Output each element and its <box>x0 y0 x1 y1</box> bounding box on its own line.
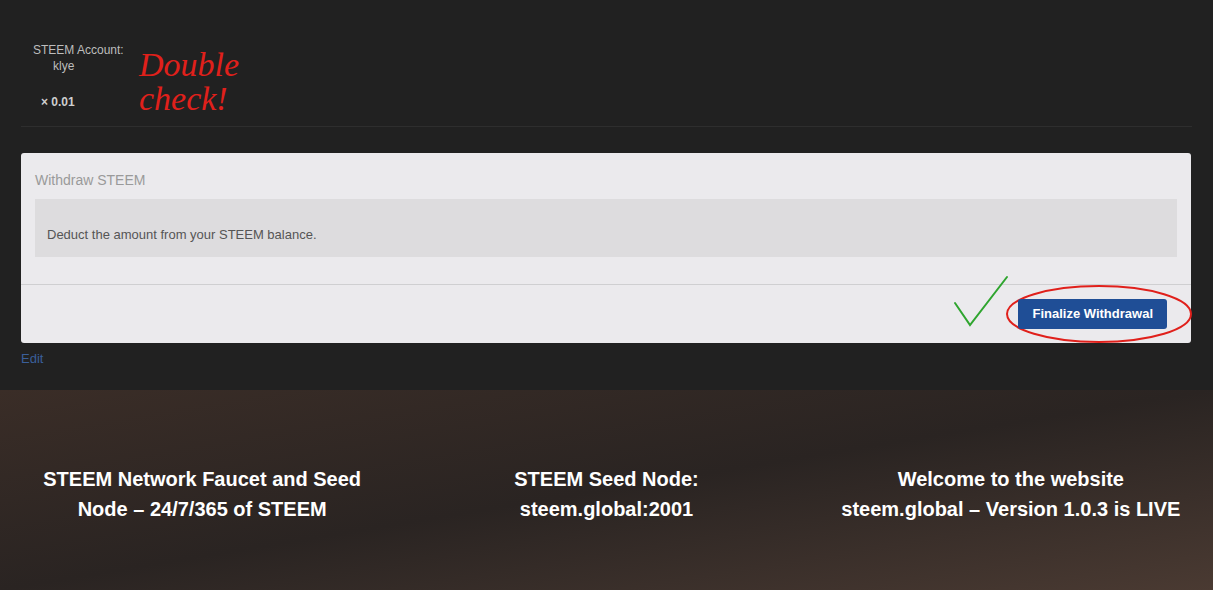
finalize-withdrawal-button[interactable]: Finalize Withdrawal <box>1018 299 1167 329</box>
page: STEEM Account:klye × 0.01 Doublecheck! With… <box>0 0 1213 590</box>
checkmark-icon <box>952 275 1010 331</box>
footer-text: STEEM Network Faucet and Seed <box>43 464 361 494</box>
account-info: STEEM Account:klye × 0.01 <box>33 42 125 116</box>
panel-footer: Finalize Withdrawal <box>21 285 1191 343</box>
account-amount: × 0.01 <box>33 94 125 110</box>
footer-column: Welcome to the websitesteem.global – Ver… <box>809 464 1213 590</box>
footer-text: Node – 24/7/365 of STEEM <box>78 494 327 524</box>
account-name: klye <box>33 58 125 74</box>
annotation-line: check! <box>139 82 239 116</box>
annotation-line: Double <box>139 48 239 82</box>
account-label: STEEM Account: <box>33 42 125 58</box>
button-wrapper: Finalize Withdrawal <box>1018 299 1167 329</box>
account-summary: STEEM Account:klye × 0.01 Doublecheck! <box>21 0 1192 127</box>
edit-link[interactable]: Edit <box>21 351 1192 367</box>
panel-divider <box>21 284 1191 285</box>
footer-text: steem.global:2001 <box>520 494 693 524</box>
description-box: Deduct the amount from your STEEM balanc… <box>35 199 1177 257</box>
main-section: STEEM Account:klye × 0.01 Doublecheck! With… <box>0 0 1213 390</box>
footer-text: Welcome to the website <box>898 464 1124 494</box>
footer-column: STEEM Network Faucet and SeedNode – 24/7… <box>0 464 404 590</box>
footer-text: STEEM Seed Node: <box>514 464 698 494</box>
footer-banner: STEEM Network Faucet and SeedNode – 24/7… <box>0 390 1213 590</box>
withdraw-panel: Withdraw STEEM Deduct the amount from you… <box>21 153 1191 343</box>
panel-title: Withdraw STEEM <box>21 153 1191 189</box>
double-check-annotation: Doublecheck! <box>139 42 239 116</box>
footer-text: steem.global – Version 1.0.3 is LIVE <box>841 494 1180 524</box>
footer-column: STEEM Seed Node:steem.global:2001 <box>404 464 808 590</box>
